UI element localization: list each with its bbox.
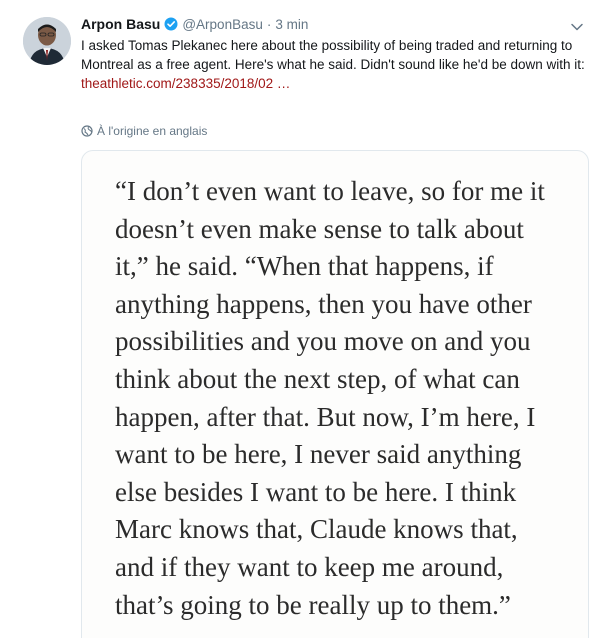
quote-line: that’s going to be really up to them.” — [115, 589, 511, 620]
quote-line: happen, after that. But now, I’m here, I — [115, 401, 536, 432]
quote-line: it,” he said. “When that happens, if — [115, 251, 494, 282]
quote-line: anything happens, then you have other — [115, 288, 532, 319]
author-name[interactable]: Arpon Basu — [81, 16, 160, 32]
quote-line: and if they want to keep me around, — [115, 551, 504, 582]
quote-line: Marc knows that, Claude knows that, — [115, 514, 518, 545]
article-link[interactable]: theathletic.com/238335/2018/02 … — [81, 75, 586, 94]
quote-line: think about the next step, of what can — [115, 363, 520, 394]
quote-text: “I don’t even want to leave, so for me i… — [115, 173, 575, 624]
verified-badge-icon — [164, 17, 178, 31]
quote-line: doesn’t even make sense to talk about — [115, 213, 524, 244]
tweet-body: I asked Tomas Plekanec here about the po… — [81, 38, 585, 72]
separator-dot: · — [266, 16, 272, 32]
tweet[interactable]: Arpon Basu @ArponBasu · 3 min I asked To… — [0, 0, 602, 638]
tweet-timestamp[interactable]: 3 min — [275, 17, 308, 32]
author-avatar[interactable] — [23, 17, 71, 65]
globe-icon — [81, 125, 93, 137]
quote-line: want to be here, I never said anything — [115, 439, 522, 470]
chevron-down-icon[interactable] — [570, 19, 584, 31]
tweet-header: Arpon Basu @ArponBasu · 3 min — [81, 15, 308, 33]
translation-notice[interactable]: À l'origine en anglais — [81, 124, 207, 138]
quote-image[interactable]: “I don’t even want to leave, so for me i… — [81, 150, 589, 638]
quote-line: else besides I want to be here. I think — [115, 476, 517, 507]
tweet-text: I asked Tomas Plekanec here about the po… — [81, 37, 586, 94]
quote-line: “I don’t even want to leave, so for me i… — [115, 176, 545, 206]
author-handle[interactable]: @ArponBasu — [182, 17, 263, 32]
quote-line: possibilities and you move on and you — [115, 326, 531, 357]
translate-label: À l'origine en anglais — [97, 124, 208, 138]
